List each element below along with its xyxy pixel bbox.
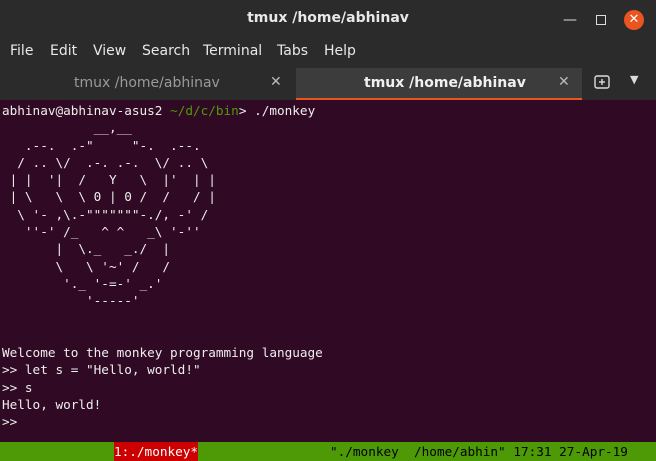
menu-edit[interactable]: Edit — [50, 43, 77, 59]
new-tab-icon[interactable] — [592, 72, 612, 92]
output-line-result: Hello, world! — [2, 397, 102, 413]
tmux-window-label[interactable]: 1:./monkey* — [114, 442, 199, 461]
output-line-prompt: >> — [2, 414, 18, 430]
tab-bar: tmux /home/abhinav ✕ tmux /home/abhinav … — [0, 64, 656, 101]
title-bar[interactable]: tmux /home/abhinav — ✕ — [0, 0, 656, 38]
menu-terminal[interactable]: Terminal — [203, 43, 262, 59]
terminal-area[interactable]: abhinav@abhinav-asus2 ~/d/c/bin> ./monke… — [0, 100, 656, 442]
tmux-status-right: "./monkey /home/abhin" 17:31 27-Apr-19 — [330, 444, 628, 459]
output-line-s: >> s — [2, 379, 33, 395]
tab-menu-chevron-down-icon[interactable]: ▼ — [630, 73, 638, 86]
close-icon[interactable]: ✕ — [624, 10, 644, 30]
tab-1-close-icon[interactable]: ✕ — [270, 74, 282, 90]
output-line-welcome: Welcome to the monkey programming langua… — [2, 345, 323, 361]
prompt-command: ./monkey — [254, 103, 316, 118]
tmux-status-bar: 1:./monkey* "./monkey /home/abhin" 17:31… — [0, 442, 656, 461]
output-line-let: >> let s = "Hello, world!" — [2, 362, 201, 378]
menu-file[interactable]: File — [10, 43, 33, 59]
window-title: tmux /home/abhinav — [247, 10, 409, 26]
menu-help[interactable]: Help — [324, 43, 356, 59]
tab-1[interactable]: tmux /home/abhinav ✕ — [0, 68, 296, 100]
prompt-user: abhinav@abhinav-asus2 — [2, 103, 163, 118]
menu-bar: File Edit View Search Terminal Tabs Help — [0, 38, 656, 64]
prompt-suffix: > — [238, 103, 255, 118]
terminal-window: tmux /home/abhinav — ✕ File Edit View Se… — [0, 0, 656, 461]
prompt-path: ~/d/c/bin — [170, 103, 239, 118]
tab-2-close-icon[interactable]: ✕ — [558, 74, 570, 90]
maximize-icon[interactable] — [596, 15, 606, 25]
tab-1-label: tmux /home/abhinav — [74, 75, 220, 91]
tab-2-label: tmux /home/abhinav — [364, 75, 526, 91]
menu-search[interactable]: Search — [142, 43, 190, 59]
menu-view[interactable]: View — [93, 43, 126, 59]
menu-tabs[interactable]: Tabs — [277, 43, 308, 59]
monkey-ascii-art: __,__ .--. .-" "-. .--. / .. \/ .-. .-. … — [9, 120, 216, 309]
minimize-icon[interactable]: — — [560, 10, 580, 30]
terminal-text: abhinav@abhinav-asus2 ~/d/c/bin> ./monke… — [2, 102, 323, 431]
tab-2[interactable]: tmux /home/abhinav ✕ — [296, 68, 582, 100]
